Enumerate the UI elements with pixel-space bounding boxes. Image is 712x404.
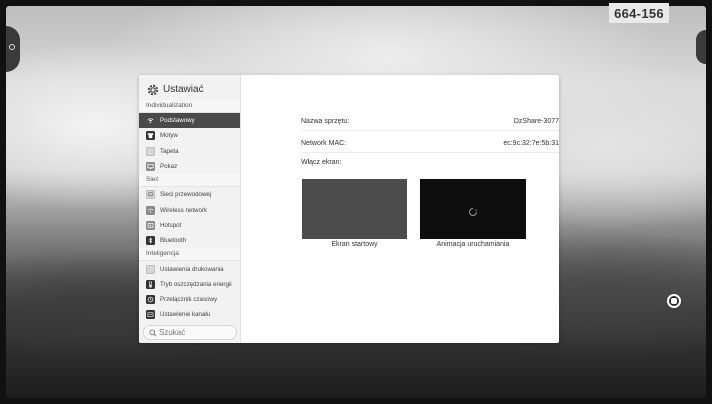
- wallpaper-icon: [146, 146, 155, 156]
- sidebar-item-podstawowy[interactable]: Podstawowy: [139, 113, 240, 129]
- sidebar-item-label: Tapeta: [160, 147, 179, 155]
- search-placeholder: Szukać: [159, 328, 186, 337]
- settings-gear-icon: [147, 83, 159, 96]
- channel-icon: [146, 310, 155, 320]
- sidebar-item-tapeta[interactable]: Tapeta: [139, 144, 240, 159]
- sidebar-header: Ustawiać: [139, 75, 240, 100]
- wifi-icon: [146, 116, 155, 125]
- sidebar-item-tryb-oszczedzania-energii[interactable]: Tryb oszczędzania energii: [139, 277, 240, 292]
- right-edge-handle[interactable]: [696, 30, 706, 64]
- sidebar-item-label: Przełącznik czasowy: [160, 296, 218, 304]
- sidebar-item-ustawienie-kanalu[interactable]: Ustawienie kanału: [139, 307, 240, 322]
- section-siec: Sieć: [139, 174, 240, 188]
- settings-sidebar: Ustawiać Individualization Podstawowy Mo…: [139, 75, 241, 343]
- sidebar-item-motyw[interactable]: Motyw: [139, 128, 240, 143]
- search-input[interactable]: Szukać: [143, 325, 237, 340]
- floating-home-button[interactable]: [667, 294, 681, 308]
- sidebar-item-hotspot[interactable]: Hotspot: [139, 218, 240, 233]
- network-mac-label: Network MAC:: [301, 139, 347, 147]
- sidebar-item-label: Wireless network: [160, 206, 208, 214]
- sidebar-item-label: Podstawowy: [160, 117, 195, 125]
- section-inteligencja: Inteligencja: [139, 248, 240, 262]
- display-icon: [146, 162, 155, 172]
- startup-screen-thumbnail[interactable]: [302, 179, 407, 239]
- screen-code-badge: 664-156: [609, 3, 669, 23]
- sidebar-item-label: Ustawienie kanału: [160, 311, 211, 319]
- timer-icon: [146, 295, 155, 305]
- sidebar-item-ustawienia-drukowania[interactable]: Ustawienia drukowania: [139, 261, 240, 276]
- sidebar-item-wireless-network[interactable]: Wireless network: [139, 202, 240, 217]
- sidebar-item-label: Ustawienia drukowania: [160, 265, 224, 273]
- hotspot-icon: [146, 220, 155, 230]
- settings-window: Ustawiać Individualization Podstawowy Mo…: [139, 75, 559, 343]
- sidebar-item-przelacznik-czasowy[interactable]: Przełącznik czasowy: [139, 292, 240, 307]
- boot-animation-caption: Animacja uruchamiania: [436, 241, 510, 248]
- shirt-icon: [146, 131, 155, 141]
- sidebar-item-label: Sieci przewodowej: [160, 191, 212, 199]
- sidebar-item-label: Motyw: [160, 132, 178, 140]
- search-icon: [149, 328, 157, 337]
- ethernet-icon: [146, 190, 155, 200]
- section-individualization: Individualization: [139, 100, 240, 113]
- power-save-icon: [146, 279, 155, 289]
- device-name-row[interactable]: Nazwa sprzętu: DzShare-3077: [301, 112, 559, 131]
- print-icon: [146, 264, 155, 274]
- boot-animation-thumbnail[interactable]: [420, 179, 526, 239]
- sidebar-item-label: Tryb oszczędzania energii: [160, 280, 232, 288]
- sidebar-item-label: Hotspot: [160, 221, 182, 229]
- left-edge-tool-handle[interactable]: [6, 26, 20, 72]
- network-mac-row: Network MAC: ec:9c:32:7e:5b:31: [301, 134, 559, 153]
- device-name-value: DzShare-3077: [513, 117, 559, 125]
- sidebar-item-sieci-przewodowej[interactable]: Sieci przewodowej: [139, 187, 240, 202]
- network-mac-value: ec:9c:32:7e:5b:31: [503, 139, 559, 147]
- sidebar-item-pokaz[interactable]: Pokaz: [139, 159, 240, 174]
- settings-content: Nazwa sprzętu: DzShare-3077 Network MAC:…: [241, 75, 559, 343]
- wireless-icon: [146, 205, 155, 215]
- bluetooth-icon: [146, 236, 155, 246]
- settings-title: Ustawiać: [163, 83, 204, 95]
- startup-screen-caption: Ekran startowy: [331, 241, 378, 248]
- sidebar-item-label: Bluetooth: [160, 237, 187, 245]
- loading-spinner-icon: [468, 204, 478, 216]
- enable-screen-label: Włącz ekran:: [301, 159, 342, 166]
- sidebar-item-label: Pokaz: [160, 163, 178, 171]
- device-name-label: Nazwa sprzętu:: [301, 117, 350, 125]
- sidebar-item-bluetooth[interactable]: Bluetooth: [139, 233, 240, 248]
